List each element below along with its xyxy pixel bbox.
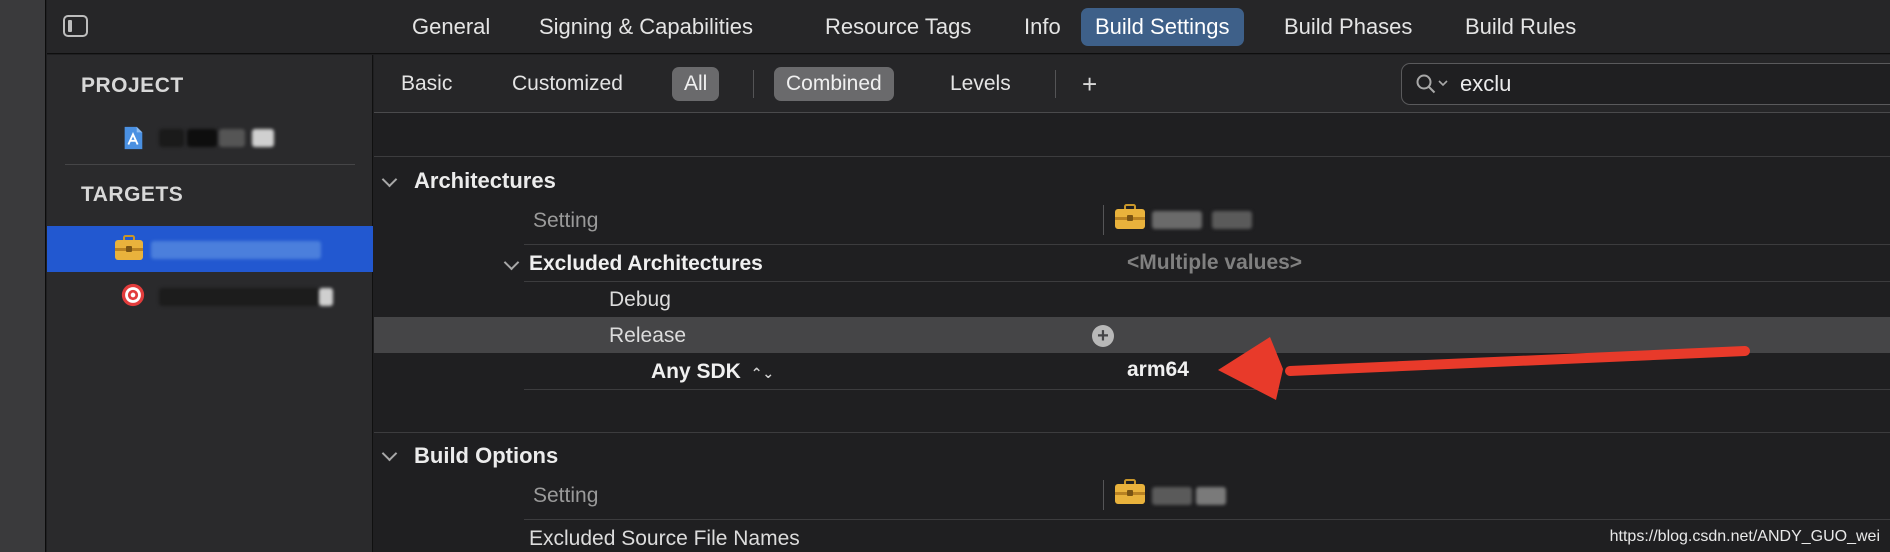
editor-tab-bar: General Signing & Capabilities Resource … [47,0,1890,54]
tab-build-rules[interactable]: Build Rules [1451,8,1590,46]
briefcase-icon [115,235,143,260]
setting-excluded-architectures[interactable]: Excluded Architectures [529,252,763,276]
briefcase-icon [1115,479,1145,504]
stepper-icon[interactable]: ⌃⌄ [751,365,774,381]
sidebar-item-target-sdk[interactable] [47,226,373,272]
sidebar-divider [65,164,355,165]
any-sdk-value[interactable]: arm64 [1127,358,1189,382]
filter-combined[interactable]: Combined [774,67,894,101]
targets-heading: TARGETS [81,183,184,206]
chevron-down-icon[interactable] [381,171,398,188]
redacted-name [1152,487,1192,505]
group-title-architectures[interactable]: Architectures [414,168,556,194]
xcode-project-icon [124,126,143,150]
filter-all[interactable]: All [672,67,720,101]
sidebar-item-project[interactable] [47,115,373,161]
tab-info[interactable]: Info [1010,8,1075,46]
redacted-name [1212,211,1252,229]
watermark: https://blog.csdn.net/ANDY_GUO_wei [1609,528,1880,545]
build-settings-table: Architectures Setting Excluded Architect… [374,114,1890,552]
briefcase-icon [1115,204,1145,229]
divider [524,389,1890,390]
divider [524,281,1890,282]
setting-excluded-source-file-names[interactable]: Excluded Source File Names [529,527,800,551]
redacted-name [187,129,217,147]
column-separator [1103,480,1104,510]
redacted-name [1152,211,1202,229]
tab-resource-tags[interactable]: Resource Tags [811,8,985,46]
redacted-name [219,129,245,147]
redacted-name [159,129,184,147]
tab-strip: General Signing & Capabilities Resource … [47,0,1890,54]
add-setting-button[interactable]: + [1082,67,1097,101]
sidebar-item-target-app[interactable] [47,272,373,318]
divider [524,519,1890,520]
add-condition-icon[interactable]: + [1092,325,1114,347]
divider [524,244,1890,245]
group-title-build-options[interactable]: Build Options [414,443,558,469]
build-settings-filter-bar: Basic Customized All Combined Levels + [374,55,1890,113]
redacted-name [252,129,274,147]
filter-levels[interactable]: Levels [938,67,1023,101]
divider [374,156,1890,157]
redacted-name [319,288,333,306]
redacted-name [151,241,321,259]
setting-column-header: Setting [533,209,599,232]
divider [1055,70,1056,98]
window-left-gutter [0,0,46,552]
search-icon [1416,74,1436,94]
column-separator [1103,205,1104,235]
redacted-name [159,288,319,306]
redacted-name [1196,487,1226,505]
tab-build-phases[interactable]: Build Phases [1270,8,1426,46]
excluded-architectures-value[interactable]: <Multiple values> [1127,251,1302,275]
setting-column-header: Setting [533,484,599,507]
chevron-down-icon[interactable] [503,254,520,271]
filter-basic[interactable]: Basic [389,67,464,101]
search-input[interactable] [1460,64,1880,104]
divider [753,70,754,98]
project-navigator: PROJECT TARGETS [47,55,373,552]
tab-signing-capabilities[interactable]: Signing & Capabilities [525,8,767,46]
setting-release[interactable]: Release [609,324,686,348]
setting-any-sdk[interactable]: Any SDK ⌃⌄ [651,360,774,384]
setting-debug[interactable]: Debug [609,288,671,312]
any-sdk-label: Any SDK [651,360,741,383]
filter-customized[interactable]: Customized [500,67,635,101]
project-heading: PROJECT [81,74,184,97]
chevron-down-icon [1438,80,1448,87]
search-field[interactable] [1401,63,1890,105]
target-icon [121,283,145,307]
tab-general[interactable]: General [398,8,504,46]
tab-build-settings[interactable]: Build Settings [1081,8,1244,46]
chevron-down-icon[interactable] [381,445,398,462]
row-release-highlighted[interactable] [374,317,1890,353]
divider [374,432,1890,433]
